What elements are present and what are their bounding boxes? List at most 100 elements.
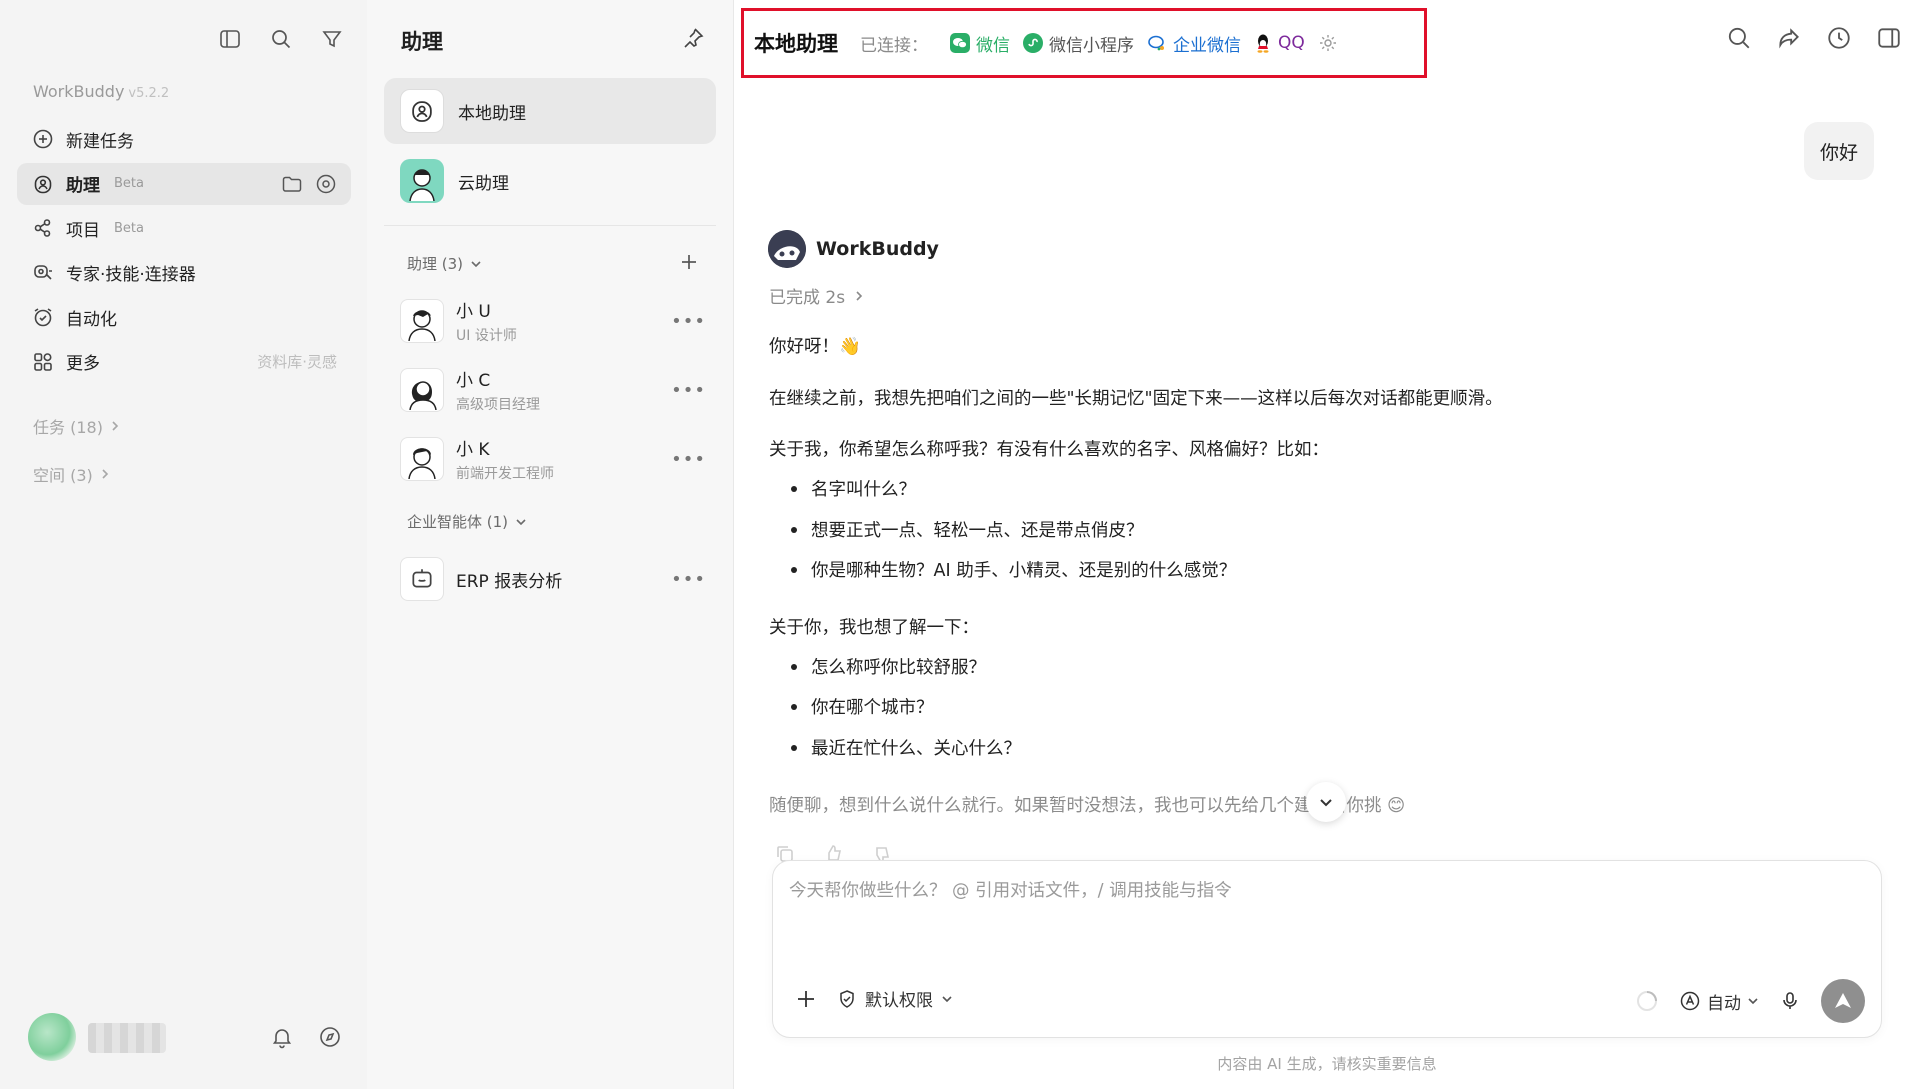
project-icon [34,219,51,237]
sidebar-item-label: 更多 [66,354,100,374]
more-options-icon[interactable]: ••• [671,569,706,590]
search-icon[interactable] [268,26,294,52]
app-name-text: WorkBuddy [33,82,125,101]
enterprise-agent-erp[interactable]: ERP 报表分析 ••• [400,550,714,608]
chevron-down-icon [942,995,952,1002]
pin-icon[interactable] [681,26,705,50]
agent-item-u[interactable]: 小 U UI 设计师 ••• [400,292,714,350]
auto-mode-icon [1680,991,1700,1011]
microphone-icon[interactable] [1779,990,1801,1012]
mode-dropdown[interactable]: 自动 [1679,989,1759,1014]
scroll-down-button[interactable] [1306,782,1346,822]
cloud-assistant-label: 云助理 [458,173,509,194]
more-options-icon[interactable]: ••• [671,449,706,470]
agent-avatar [400,437,444,481]
sidebar-item-more[interactable]: 更多 资料库·灵感 [17,341,351,383]
add-attachment-icon[interactable] [795,988,817,1010]
bell-icon[interactable] [270,1025,294,1049]
channel-settings-icon[interactable] [1318,33,1338,53]
settings-icon[interactable] [315,173,337,195]
agent-name: 小 C [456,371,491,391]
sidebar-item-label: 助理 [66,176,100,196]
bot-header: WorkBuddy [768,230,939,268]
shield-check-icon [840,989,854,1008]
sidebar-item-automation[interactable]: 自动化 [17,296,351,338]
assistant-icon [400,89,444,133]
local-assistant-label: 本地助理 [458,103,526,124]
enterprise-group-header[interactable]: 企业智能体 (1) [407,511,528,532]
sidebar-item-new-task[interactable]: 新建任务 [17,118,351,160]
sidebar-item-experts[interactable]: 专家·技能·连接器 [17,252,351,294]
divider [384,225,716,226]
sidebar-item-assistant[interactable]: 助理 Beta [17,162,351,205]
agent-item-k[interactable]: 小 K 前端开发工程师 ••• [400,430,714,488]
miniprogram-icon [1023,33,1043,53]
robot-icon [400,557,444,601]
app-name: WorkBuddy v5.2.2 [33,82,169,101]
spaces-label: 空间 (3) [33,466,93,485]
toggle-sidebar-icon[interactable] [217,26,243,52]
add-assistant-button[interactable] [679,252,699,272]
bot-avatar [768,230,806,268]
permission-dropdown[interactable]: 默认权限 [837,986,953,1011]
message-input[interactable] [789,877,1859,937]
cloud-assistant-item[interactable]: 云助理 [384,148,716,214]
app-version: v5.2.2 [128,86,170,101]
completion-status[interactable]: 已完成 2s [769,283,865,308]
assistants-group-header[interactable]: 助理 (3) [407,253,483,274]
alarm-icon [34,308,52,327]
tasks-section-link[interactable]: 任务 (18) [33,414,121,438]
channel-label: 企业微信 [1173,35,1241,56]
experts-icon [34,264,52,280]
filter-icon[interactable] [319,26,345,52]
more-hint: 资料库·灵感 [257,353,337,371]
chevron-down-icon [1320,799,1332,807]
list-item: 怎么称呼你比较舒服？ [791,654,986,679]
avatar[interactable] [28,1013,76,1061]
greeting-text: 你好呀！👋 [769,337,861,357]
folder-icon[interactable] [281,173,303,195]
sidebar-item-label: 项目 [66,220,100,241]
more-options-icon[interactable]: ••• [671,311,706,332]
channel-miniprogram[interactable]: 微信小程序 [1023,31,1134,56]
sidebar-item-label: 自动化 [66,309,117,330]
enterprise-group-label: 企业智能体 (1) [407,513,509,531]
agent-name: 小 U [456,302,491,322]
channel-label: 微信 [976,35,1010,56]
panel-toggle-icon[interactable] [1876,25,1902,51]
about-you-text: 关于你，我也想了解一下： [769,618,979,638]
more-options-icon[interactable]: ••• [671,380,706,401]
sidebar-item-project[interactable]: 项目 Beta [17,207,351,249]
completion-status-text: 已完成 2s [769,288,846,308]
channel-wechat[interactable]: 微信 [950,31,1010,56]
chevron-down-icon [471,260,481,267]
agent-role: 高级项目经理 [456,397,540,413]
list-item: 最近在忙什么、关心什么？ [791,735,1021,760]
chat-title: 本地助理 [754,32,838,56]
agent-name: ERP 报表分析 [456,571,563,592]
chevron-right-icon [112,421,119,431]
wechat-icon [950,33,970,53]
agent-role: 前端开发工程师 [456,466,554,482]
qq-penguin-icon [1257,34,1269,53]
compass-icon[interactable] [318,1025,342,1049]
mode-label: 自动 [1707,993,1741,1014]
agent-avatar [400,368,444,412]
spaces-section-link[interactable]: 空间 (3) [33,462,111,486]
search-icon[interactable] [1726,25,1752,51]
history-icon[interactable] [1826,25,1852,51]
agent-item-c[interactable]: 小 C 高级项目经理 ••• [400,361,714,419]
local-assistant-item[interactable]: 本地助理 [384,78,716,144]
channel-wecom[interactable]: 企业微信 [1147,31,1241,56]
tasks-label: 任务 (18) [33,418,103,437]
send-button[interactable] [1821,979,1865,1023]
beta-badge: Beta [114,220,144,236]
sidebar-item-label: 专家·技能·连接器 [66,265,196,285]
user-name-blurred [88,1023,166,1053]
assistant-type-list: 本地助理 云助理 [384,78,716,218]
channel-qq[interactable]: QQ [1254,33,1305,53]
sidebar-toolbar [217,26,345,52]
assistant-panel: 助理 本地助理 云助理 助理 (3) 小 U UI 设计师 ••• 小 C 高级… [367,0,734,1089]
intro-text: 在继续之前，我想先把咱们之间的一些"长期记忆"固定下来——这样以后每次对话都能更… [769,389,1503,409]
share-icon[interactable] [1776,25,1802,51]
